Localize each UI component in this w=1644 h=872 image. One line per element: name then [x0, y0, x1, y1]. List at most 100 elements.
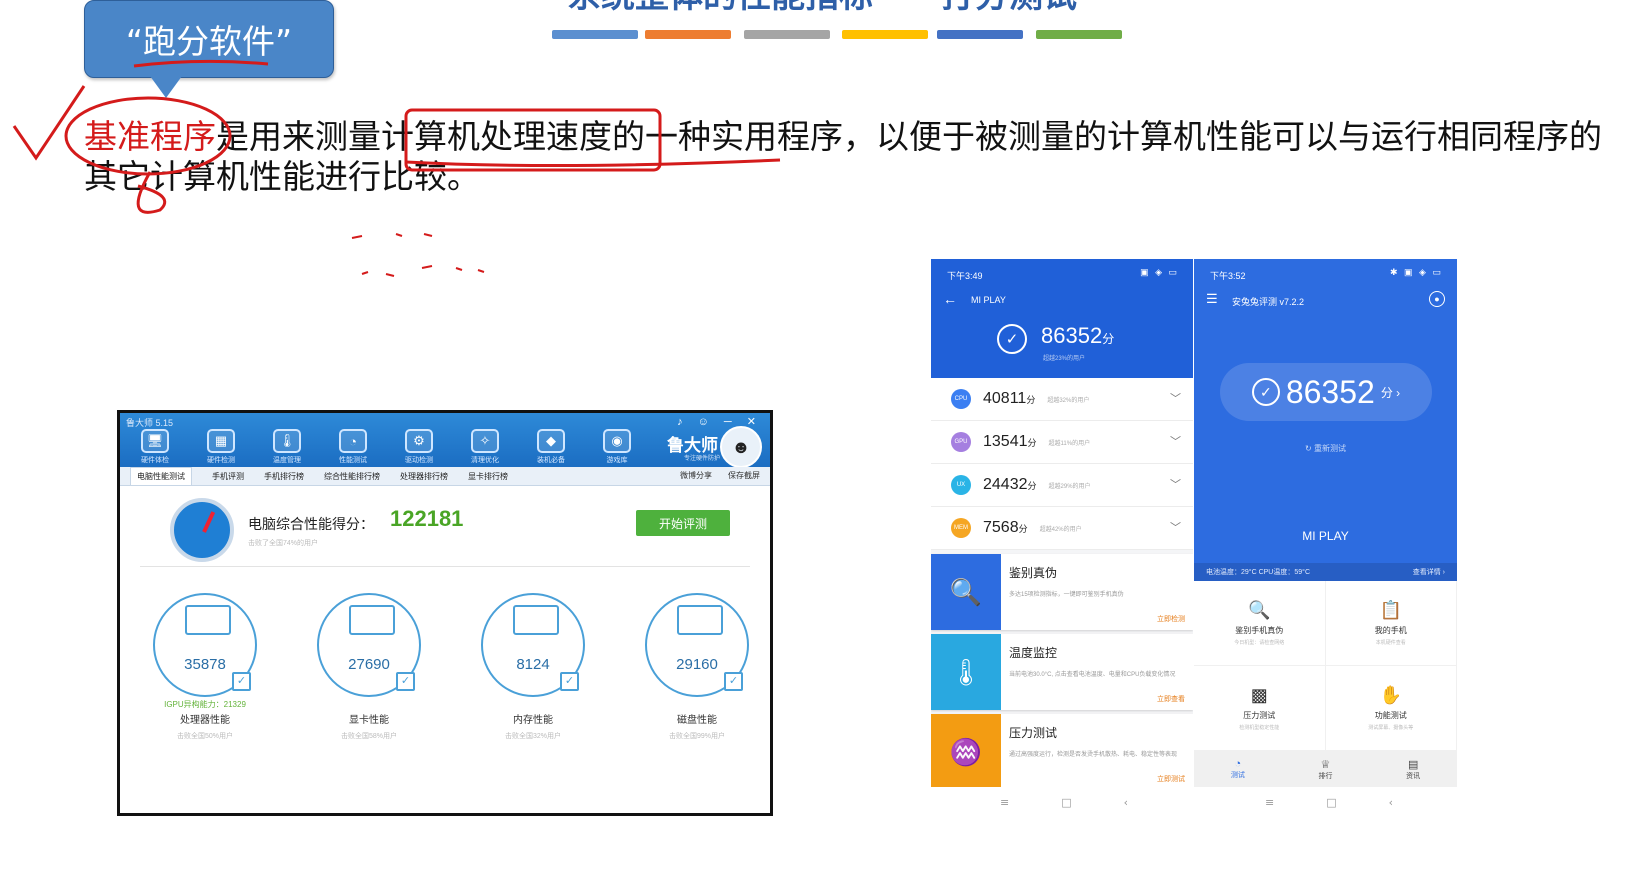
nav-label: 测试 [1230, 772, 1245, 779]
system-nav-right: ≡ □ ‹ [1265, 796, 1393, 809]
row-value: 13541分 [983, 433, 1037, 451]
card-action-link[interactable]: 立即检测 [1157, 614, 1185, 624]
feature-function-test[interactable]: ✋ 功能测试 测试屏幕、摄像头等 [1325, 666, 1457, 751]
cube-icon: ◆ [537, 429, 565, 453]
card-action-link[interactable]: 立即测试 [1157, 774, 1185, 784]
row-unit: 分 [1027, 481, 1037, 491]
color-bar-3 [744, 30, 830, 39]
row-value: 24432分 [983, 476, 1037, 494]
nav-ranking[interactable]: ♕ 排行 [1318, 758, 1332, 781]
tab-cpu-ranking[interactable]: 处理器排行榜 [400, 471, 448, 482]
score-row-gpu[interactable]: GPU 13541分 超越11%的用户 ﹀ [931, 421, 1193, 464]
row-score: 24432 [983, 476, 1028, 493]
tab-overall-ranking[interactable]: 综合性能排行榜 [324, 471, 380, 482]
card-title: 温度监控 [1009, 646, 1058, 660]
card-action-link[interactable]: 立即查看 [1157, 694, 1185, 704]
feature-my-phone[interactable]: 📋 我的手机 本机硬件查看 [1325, 581, 1457, 666]
tool-cleanup[interactable]: ✧ 清理优化 [458, 429, 512, 465]
menu-icon[interactable]: ☰ [1206, 291, 1218, 307]
card-temperature[interactable]: 🌡 温度监控 当前电池30.0°C, 点击查看电池温度、电量和CPU负载变化情况… [931, 634, 1193, 710]
nav-news[interactable]: ▤ 资讯 [1406, 758, 1420, 781]
gpu-score-item[interactable]: 27690 ✓ 显卡性能 击败全国58%用户 [310, 593, 428, 741]
memory-score-item[interactable]: 8124 ✓ 内存性能 击败全国32%用户 [474, 593, 592, 741]
tool-performance[interactable]: ◔ 性能测试 [326, 429, 380, 465]
tool-label: 性能测试 [339, 457, 367, 464]
score-pill[interactable]: ✓ 86352 分 › [1220, 363, 1432, 421]
back-arrow-icon[interactable]: ← [943, 291, 957, 307]
card-stress-test[interactable]: ♒ 压力测试 通过高强度运行，检测是否发烫手机散热、耗电、稳定性等表现 立即测试 [931, 714, 1193, 787]
chevron-down-icon[interactable]: ﹀ [1170, 519, 1181, 535]
chevron-down-icon[interactable]: ﹀ [1170, 476, 1181, 492]
user-icon[interactable]: ● [1429, 291, 1445, 307]
feature-sub: 本机硬件查看 [1375, 640, 1406, 646]
tool-label: 硬件检测 [207, 457, 235, 464]
score-rows: CPU 40811分 超越32%的用户 ﹀ GPU 13541分 超越11%的用… [931, 378, 1193, 550]
score-row-ux[interactable]: UX 24432分 超越29%的用户 ﹀ [931, 464, 1193, 507]
chevron-down-icon[interactable]: ﹀ [1170, 390, 1181, 406]
score-row-cpu[interactable]: CPU 40811分 超越32%的用户 ﹀ [931, 378, 1193, 421]
details-link[interactable]: 查看详情 › [1413, 567, 1445, 577]
chip-icon: ▩ [1250, 685, 1268, 705]
score-sub: 击败了全国74%的用户 [248, 540, 319, 547]
tool-hardware-check[interactable]: 🖥 硬件体检 [128, 429, 182, 465]
temperature-readout: 电池温度：29°C CPU温度：59°C [1206, 569, 1311, 576]
device-title: MI PLAY [971, 295, 1006, 305]
ludashi-tools: 🖥 硬件体检 ▦ 硬件检测 🌡 温度管理 ◔ 性能测试 ⚙ 驱动检测 ✧ 清理优化 ◆ 装机必… [128, 429, 644, 465]
menu-key-icon[interactable]: ≡ [1000, 796, 1009, 809]
row-unit: 分 [1027, 438, 1037, 448]
score-label: 电脑综合性能得分： [248, 516, 374, 532]
memory-circle: 8124 ✓ [481, 593, 585, 697]
tool-essentials[interactable]: ◆ 装机必备 [524, 429, 578, 465]
total-score-unit: 分 [1102, 332, 1115, 346]
definition-term: 基准程序 [84, 117, 216, 156]
antutu-header: 下午3:52 ✱ ▣ ◈ ▭ ☰ 安兔兔评测 v7.2.2 ● ✓ 86352 … [1194, 259, 1457, 581]
tab-gpu-ranking[interactable]: 显卡排行榜 [468, 471, 508, 482]
clipboard-icon: 📋 [1379, 600, 1402, 620]
ludashi-window: 鲁大师 5.15 ♪ ☺ ─ ✕ 🖥 硬件体检 ▦ 硬件检测 🌡 温度管理 ◔ 性能测试… [117, 410, 773, 816]
tab-actions: 微博分享 保存截屏 [680, 470, 760, 481]
dash-annotation-7 [455, 267, 463, 271]
card-body: 鉴别真伪 多达15项检测指标，一键即可鉴别手机真伪 立即检测 [1001, 554, 1193, 630]
cpu-score-item[interactable]: 35878 ✓ IGPU异构能力：21329 处理器性能 击败全国50%用户 [146, 593, 264, 741]
disk-score-item[interactable]: 29160 ✓ 磁盘性能 击败全国99%用户 [638, 593, 756, 741]
back-key-icon[interactable]: ‹ [1389, 796, 1393, 809]
tool-temperature[interactable]: 🌡 温度管理 [260, 429, 314, 465]
disk-sub: 击败全国99%用户 [668, 733, 725, 740]
mem-badge: MEM [951, 518, 971, 538]
check-icon: ✓ [396, 672, 415, 691]
mascot-avatar[interactable]: ☻ [720, 426, 762, 468]
score-row-mem[interactable]: MEM 7568分 超越42%的用户 ﹀ [931, 507, 1193, 550]
nav-test[interactable]: ◔ 测试 [1231, 758, 1245, 780]
feature-authenticity[interactable]: 🔍 鉴别手机真伪 今日机型：请检查网络 [1194, 581, 1326, 666]
tab-phone-review[interactable]: 手机评测 [212, 471, 244, 482]
home-key-icon[interactable]: □ [1061, 796, 1071, 809]
row-score: 7568 [983, 519, 1019, 536]
status-time: 下午3:49 [947, 271, 983, 281]
share-button[interactable]: 微博分享 [680, 470, 712, 481]
menu-key-icon[interactable]: ≡ [1265, 796, 1274, 809]
tool-label: 清理优化 [471, 457, 499, 464]
feature-sub: 检测机型稳定性能 [1239, 725, 1280, 731]
tab-phone-ranking[interactable]: 手机排行榜 [264, 471, 304, 482]
card-authenticity[interactable]: 🔍 鉴别真伪 多达15项检测指标，一键即可鉴别手机真伪 立即检测 [931, 554, 1193, 630]
tool-driver[interactable]: ⚙ 驱动检测 [392, 429, 446, 465]
callout-tail [150, 76, 182, 98]
dash-annotation-2 [395, 233, 403, 237]
chevron-down-icon[interactable]: ﹀ [1170, 433, 1181, 449]
start-test-button[interactable]: 开始评测 [636, 510, 730, 536]
tab-pc-performance[interactable]: 电脑性能测试 [130, 467, 192, 485]
graphics-card-icon [349, 605, 395, 635]
tool-hardware-detect[interactable]: ▦ 硬件检测 [194, 429, 248, 465]
back-key-icon[interactable]: ‹ [1124, 796, 1128, 809]
home-key-icon[interactable]: □ [1326, 796, 1336, 809]
tool-label: 驱动检测 [405, 457, 433, 464]
feature-stress-test[interactable]: ▩ 压力测试 检测机型稳定性能 [1194, 666, 1326, 751]
dash-annotation-6 [421, 265, 433, 269]
tool-games[interactable]: ◉ 游戏库 [590, 429, 644, 465]
retest-button[interactable]: ↻ 重新测试 [1194, 443, 1457, 454]
card-body: 温度监控 当前电池30.0°C, 点击查看电池温度、电量和CPU负载变化情况 立… [1001, 634, 1193, 710]
phone-screen-antutu: 下午3:52 ✱ ▣ ◈ ▭ ☰ 安兔兔评测 v7.2.2 ● ✓ 86352 … [1194, 259, 1457, 787]
thermometer-icon: 🌡 [931, 634, 1001, 710]
save-screenshot-button[interactable]: 保存截屏 [728, 470, 760, 481]
window-controls[interactable]: ♪ ☺ ─ ✕ [677, 415, 762, 428]
